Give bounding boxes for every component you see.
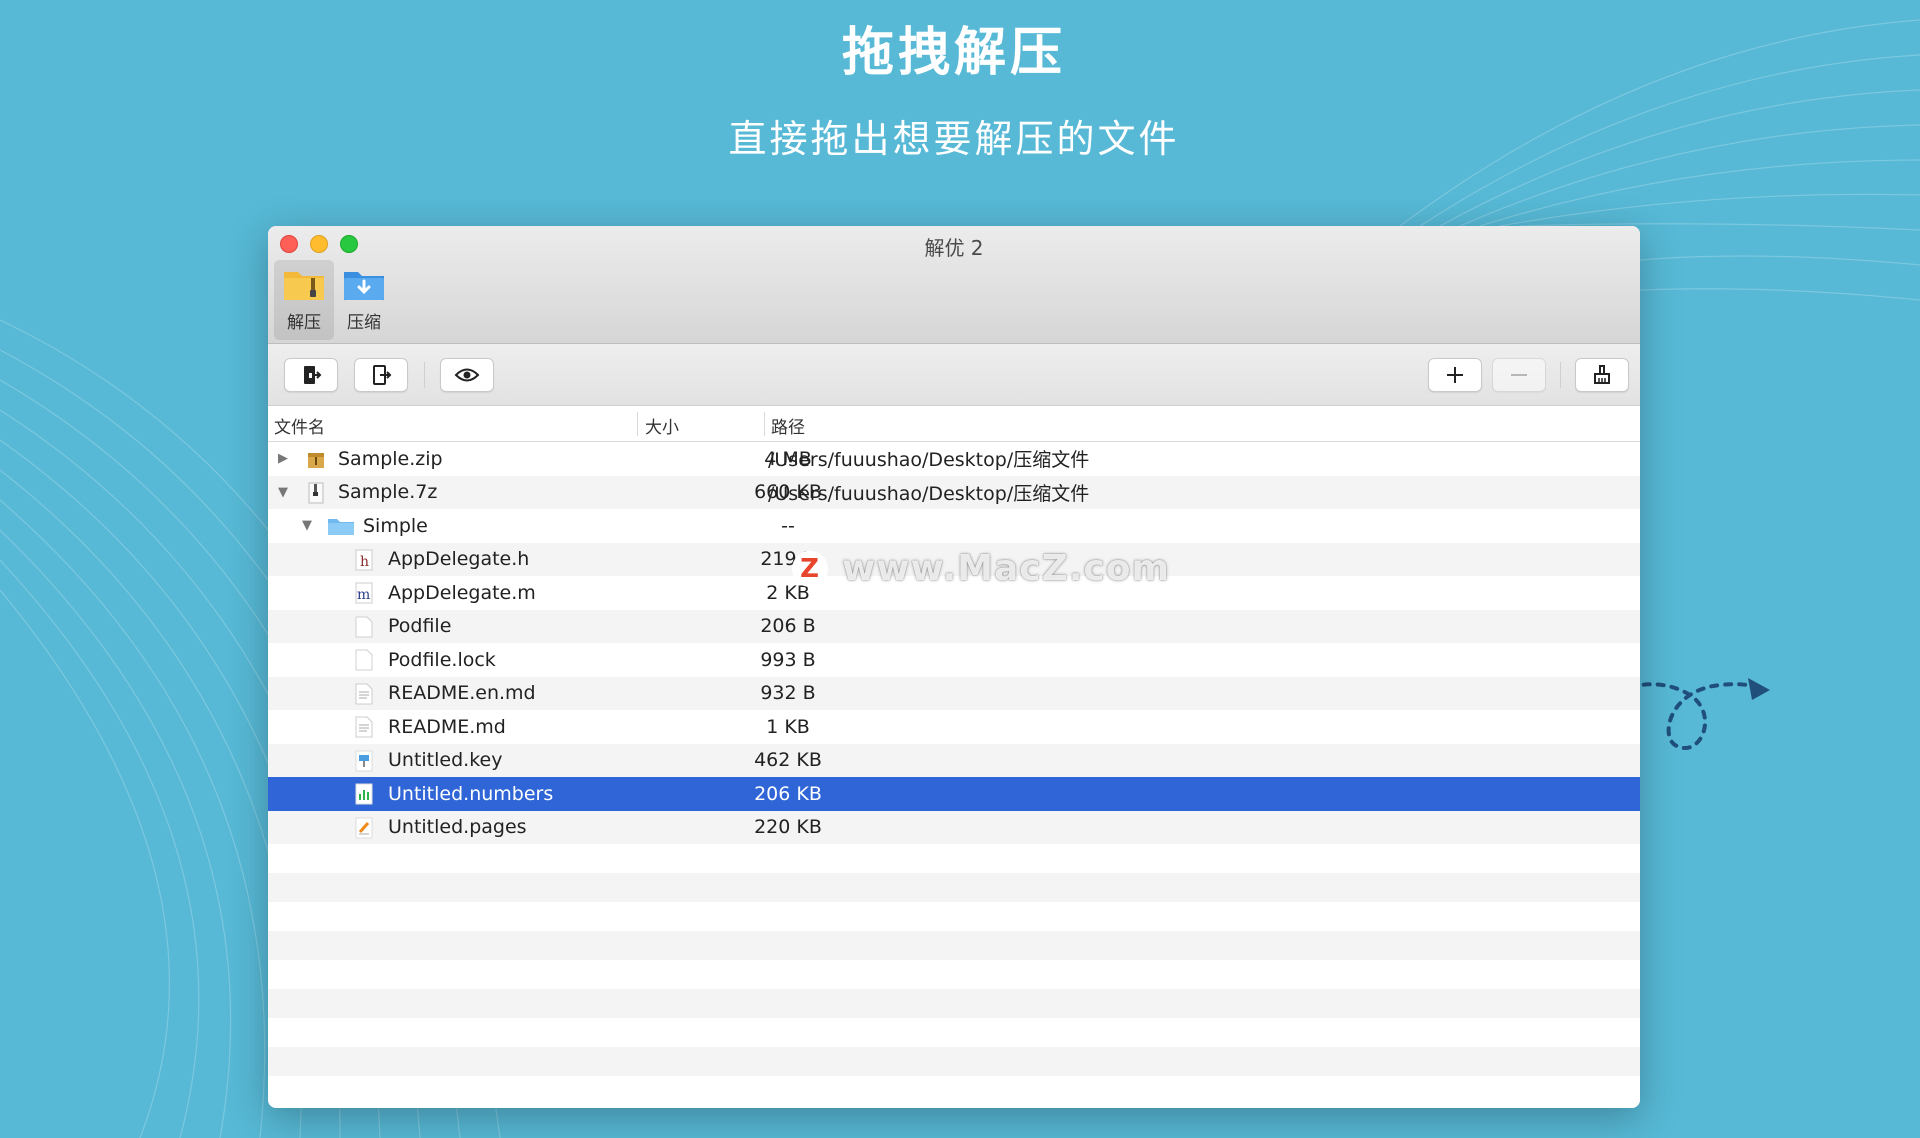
tab-extract[interactable]: 解压 <box>274 260 334 340</box>
file-size: 220 KB <box>754 816 822 839</box>
disclosure-collapsed-icon[interactable]: ▶ <box>278 451 294 466</box>
table-row[interactable]: Podfile.lock 993 B <box>268 643 1640 677</box>
empty-row <box>268 844 1640 873</box>
disclosure-expanded-icon[interactable]: ▼ <box>302 518 318 533</box>
extract-icon <box>304 366 322 384</box>
h-file-icon: h <box>354 548 374 572</box>
svg-text:h: h <box>360 554 369 570</box>
tab-extract-label: 解压 <box>287 313 321 333</box>
table-row[interactable]: Untitled.pages 220 KB <box>268 810 1640 844</box>
numbers-file-icon <box>354 782 374 806</box>
compress-folder-icon <box>344 272 384 300</box>
hero-title: 拖拽解压 <box>841 23 1066 83</box>
7z-file-icon <box>306 481 326 505</box>
file-size: 206 KB <box>754 782 822 805</box>
watermark-text: www.MacZ.com <box>842 548 1170 589</box>
app-window: 解优 2 解压 压缩 文件名 大小 路径 ▶ Sample.zip 4 MB /… <box>268 226 1640 1108</box>
table-row[interactable]: ▶ Sample.zip 4 MB/Users/fuuushao/Desktop/压… <box>268 442 1640 476</box>
remove-button[interactable] <box>1492 358 1546 392</box>
table-header: 文件名 大小 路径 <box>268 406 1640 442</box>
export-icon <box>373 365 392 385</box>
eye-icon <box>454 368 480 382</box>
blank-file-icon <box>354 648 374 672</box>
file-name: Sample.7z <box>338 481 438 504</box>
toolbar-separator <box>1560 362 1561 388</box>
preview-button[interactable] <box>440 358 494 392</box>
minus-icon <box>1511 374 1527 376</box>
empty-row <box>268 989 1640 1018</box>
file-path: /Users/fuuushao/Desktop/压缩文件 <box>768 449 1090 472</box>
file-name: README.en.md <box>388 682 536 705</box>
file-path: /Users/fuuushao/Desktop/压缩文件 <box>768 482 1090 505</box>
table-row[interactable]: Untitled.key 462 KB <box>268 743 1640 777</box>
export-button[interactable] <box>354 358 408 392</box>
file-size: 1 KB <box>766 715 810 738</box>
window-titlebar: 解优 2 解压 压缩 <box>268 226 1640 344</box>
file-name: Untitled.key <box>388 749 503 772</box>
table-row[interactable]: ▼ Sample.7z 660 KB/Users/fuuushao/Desktop/… <box>268 475 1640 509</box>
table-row[interactable]: ▼ Simple -- <box>268 509 1640 543</box>
m-file-icon: m <box>354 581 374 605</box>
table-row[interactable]: Podfile 206 B <box>268 609 1640 643</box>
empty-row <box>268 902 1640 931</box>
empty-row <box>268 873 1640 902</box>
window-title: 解优 2 <box>924 236 984 260</box>
tab-compress[interactable]: 压缩 <box>334 260 394 340</box>
file-size: -- <box>781 514 795 537</box>
plus-icon <box>1447 367 1463 383</box>
table-row[interactable]: README.en.md 932 B <box>268 676 1640 710</box>
file-size: 206 B <box>760 615 816 638</box>
archive-folder-icon <box>284 272 324 300</box>
text-file-icon <box>354 682 374 706</box>
table-row[interactable]: README.md 1 KB <box>268 710 1640 744</box>
file-size: 993 B <box>760 648 816 671</box>
file-list: ▶ Sample.zip 4 MB/Users/fuuushao/Desktop/压… <box>268 442 1640 1105</box>
column-header-size[interactable]: 大小 <box>645 413 679 438</box>
clean-button[interactable] <box>1575 358 1629 392</box>
blank-file-icon <box>354 615 374 639</box>
clean-icon <box>1594 365 1610 384</box>
file-size: 462 KB <box>754 749 822 772</box>
file-name: Podfile.lock <box>388 648 496 671</box>
file-name: Untitled.pages <box>388 816 527 839</box>
toolbar-separator <box>424 362 425 388</box>
svg-text:m: m <box>357 587 370 603</box>
disclosure-expanded-icon[interactable]: ▼ <box>278 485 294 500</box>
tab-compress-label: 压缩 <box>347 313 381 333</box>
extract-button[interactable] <box>284 358 338 392</box>
file-name: AppDelegate.h <box>388 548 530 571</box>
mode-tabs: 解压 压缩 <box>274 260 394 340</box>
watermark: Z www.MacZ.com <box>792 548 1170 589</box>
column-divider[interactable] <box>637 412 638 436</box>
watermark-logo: Z <box>792 550 828 587</box>
file-name: Podfile <box>388 615 452 638</box>
column-header-path[interactable]: 路径 <box>771 413 805 438</box>
column-header-name[interactable]: 文件名 <box>274 413 325 438</box>
empty-row <box>268 960 1640 989</box>
zip-file-icon <box>306 447 326 471</box>
folder-icon <box>326 514 356 538</box>
empty-row <box>268 1076 1640 1105</box>
empty-row <box>268 1018 1640 1047</box>
pages-file-icon <box>354 816 374 840</box>
file-name: Sample.zip <box>338 447 443 470</box>
empty-row <box>268 1047 1640 1076</box>
empty-row <box>268 931 1640 960</box>
file-name: README.md <box>388 715 506 738</box>
hero-subtitle: 直接拖出想要解压的文件 <box>728 117 1180 161</box>
file-name: AppDelegate.m <box>388 581 536 604</box>
file-size: 932 B <box>760 682 816 705</box>
text-file-icon <box>354 715 374 739</box>
toolbar <box>268 344 1640 406</box>
file-name: Untitled.numbers <box>388 782 554 805</box>
file-name: Simple <box>363 514 428 537</box>
table-row[interactable]: Untitled.numbers 206 KB <box>268 777 1640 811</box>
column-divider[interactable] <box>764 412 765 436</box>
keynote-file-icon <box>354 749 374 773</box>
add-button[interactable] <box>1428 358 1482 392</box>
